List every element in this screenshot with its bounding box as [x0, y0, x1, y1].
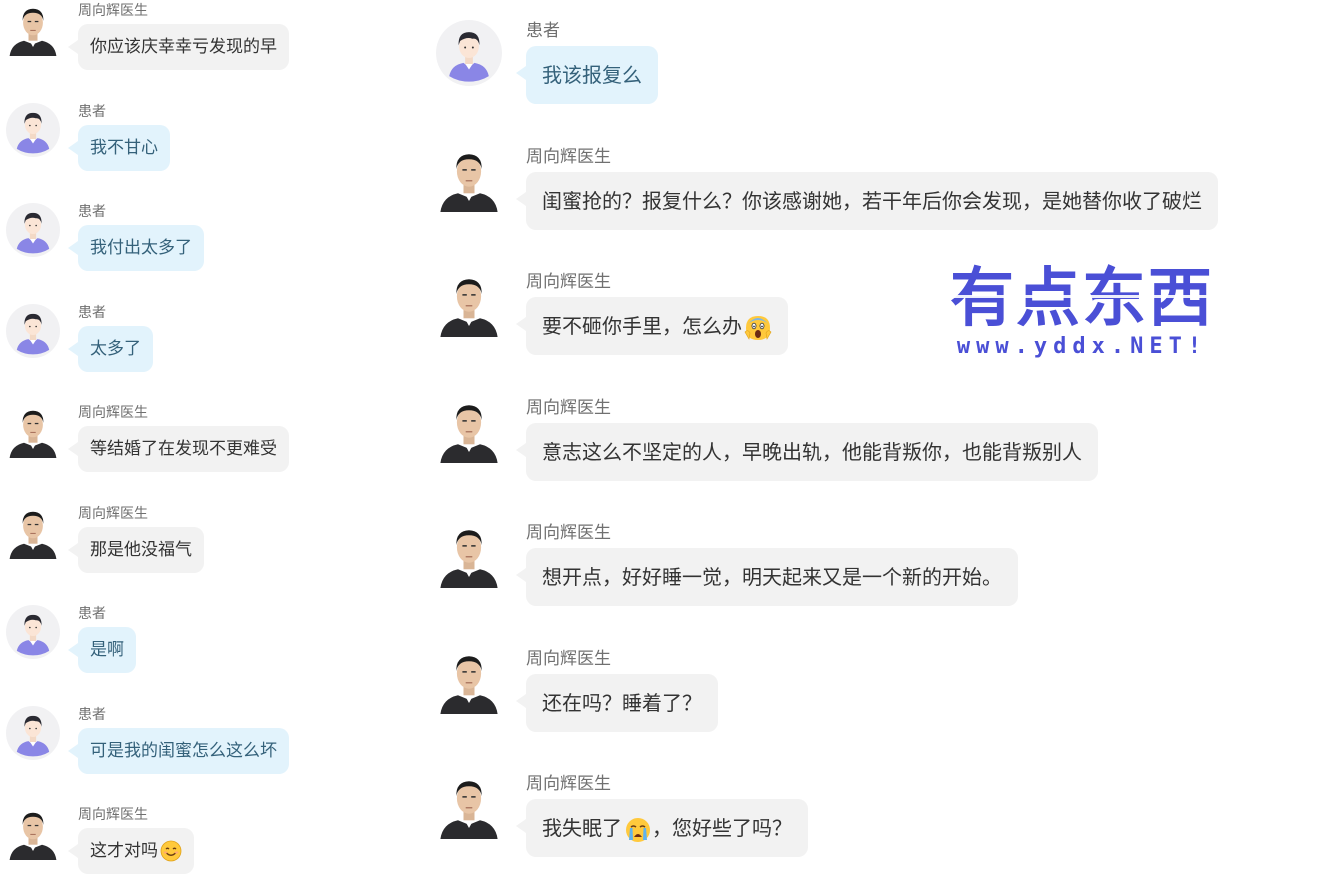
- patient-avatar[interactable]: [6, 102, 60, 157]
- watermark-logo: 有点东西 www.yddx.NET!: [932, 262, 1232, 362]
- patient-avatar[interactable]: [6, 705, 60, 760]
- message-text: 这才对吗: [90, 841, 158, 861]
- sender-name: 周向辉医生: [78, 405, 148, 421]
- sender-name: 周向辉医生: [526, 648, 611, 669]
- sender-name: 周向辉医生: [526, 272, 611, 292]
- doctor-message-bubble[interactable]: 等结婚了在发现不更难受: [68, 426, 289, 472]
- message-text: 可是我的闺蜜怎么这么坏: [90, 740, 277, 761]
- patient-message-bubble[interactable]: 我付出太多了: [68, 225, 204, 271]
- doctor-avatar[interactable]: [436, 522, 502, 588]
- message-text: 那是他没福气: [90, 539, 192, 560]
- doctor-avatar[interactable]: [436, 396, 502, 463]
- doctor-avatar[interactable]: [6, 806, 60, 860]
- sender-name: 周向辉医生: [526, 523, 611, 543]
- doctor-message-bubble[interactable]: 你应该庆幸幸亏发现的早: [68, 24, 289, 70]
- watermark-url: www.yddx.NET!: [956, 334, 1208, 359]
- sender-name: 周向辉医生: [526, 146, 611, 167]
- message-text: 闺蜜抢的？报复什么？你该感谢她，若干年后你会发现，是她替你收了破烂: [542, 188, 1202, 213]
- message-text: 意志这么不坚定的人，早晚出轨，他能背叛你，也能背叛别人: [542, 439, 1082, 464]
- patient-message-bubble[interactable]: 可是我的闺蜜怎么这么坏: [68, 727, 289, 774]
- sender-name: 周向辉医生: [526, 774, 611, 794]
- sender-name: 患者: [78, 304, 106, 321]
- doctor-message-bubble[interactable]: 要不砸你手里，怎么办: [516, 297, 788, 355]
- doctor-message-bubble[interactable]: 那是他没福气: [68, 526, 204, 573]
- doctor-message-bubble[interactable]: 我失眠了 ，您好些了吗？: [516, 799, 808, 857]
- doctor-avatar[interactable]: [436, 773, 502, 839]
- message-text: 我该报复么: [542, 63, 642, 87]
- patient-message-bubble[interactable]: 我该报复么: [516, 46, 658, 104]
- message-text-after: ，您好些了吗？: [652, 816, 792, 840]
- watermark-stripe: [932, 295, 1232, 298]
- sender-name: 周向辉医生: [526, 397, 611, 418]
- message-text: 还在吗？睡着了？: [542, 690, 702, 715]
- sender-name: 患者: [78, 706, 106, 723]
- message-text: 太多了: [90, 338, 141, 359]
- patient-avatar[interactable]: [6, 203, 60, 257]
- patient-message-bubble[interactable]: 是啊: [68, 627, 136, 673]
- doctor-avatar[interactable]: [436, 647, 502, 714]
- patient-message-bubble[interactable]: 我不甘心: [68, 124, 170, 171]
- left-chat-column: 周向辉医生 你应该庆幸幸亏发现的早 患者 我不甘心 患者 我付出太多了 患者 太多了 周向辉医生…: [0, 0, 420, 874]
- message-text: 我不甘心: [90, 137, 158, 158]
- sender-name: 患者: [78, 103, 106, 120]
- sender-name: 周向辉医生: [78, 505, 148, 522]
- right-chat-column[interactable]: 患者 我该报复么 周向辉医生 闺蜜抢的？报复什么？你该感谢她，若干年后你会发现，是她替…: [430, 0, 1335, 869]
- doctor-message-bubble[interactable]: 还在吗？睡着了？: [516, 673, 718, 732]
- patient-message-bubble[interactable]: 太多了: [68, 325, 153, 372]
- doctor-message-bubble[interactable]: 闺蜜抢的？报复什么？你该感谢她，若干年后你会发现，是她替你收了破烂: [516, 171, 1218, 230]
- patient-avatar[interactable]: [6, 303, 60, 358]
- patient-avatar[interactable]: [436, 20, 502, 86]
- sender-name: 患者: [78, 204, 106, 220]
- crying-face-emoji: [624, 816, 652, 844]
- doctor-message-bubble[interactable]: 意志这么不坚定的人，早晚出轨，他能背叛你，也能背叛别人: [516, 422, 1098, 481]
- doctor-message-bubble[interactable]: 想开点，好好睡一觉，明天起来又是一个新的开始。: [516, 548, 1018, 606]
- doctor-avatar[interactable]: [436, 271, 502, 337]
- message-text: 你应该庆幸幸亏发现的早: [90, 37, 277, 57]
- watermark-title: 有点东西: [950, 262, 1214, 336]
- smiling-face-emoji: [160, 840, 182, 862]
- patient-avatar[interactable]: [6, 605, 60, 659]
- sender-name: 周向辉医生: [78, 3, 148, 19]
- message-text: 等结婚了在发现不更难受: [90, 439, 277, 459]
- sender-name: 周向辉医生: [78, 807, 148, 823]
- message-text: 想开点，好好睡一觉，明天起来又是一个新的开始。: [542, 565, 1002, 589]
- doctor-avatar[interactable]: [6, 504, 60, 559]
- sender-name: 患者: [526, 21, 560, 41]
- screaming-face-emoji: [744, 314, 772, 342]
- message-text: 是啊: [90, 640, 124, 660]
- doctor-avatar[interactable]: [6, 2, 60, 56]
- sender-name: 患者: [78, 606, 106, 622]
- message-text: 我付出太多了: [90, 238, 192, 258]
- doctor-message-bubble[interactable]: 这才对吗: [68, 828, 194, 874]
- doctor-avatar[interactable]: [436, 145, 502, 212]
- message-text: 要不砸你手里，怎么办: [542, 314, 742, 338]
- doctor-avatar[interactable]: [6, 404, 60, 458]
- message-text: 我失眠了: [542, 816, 622, 840]
